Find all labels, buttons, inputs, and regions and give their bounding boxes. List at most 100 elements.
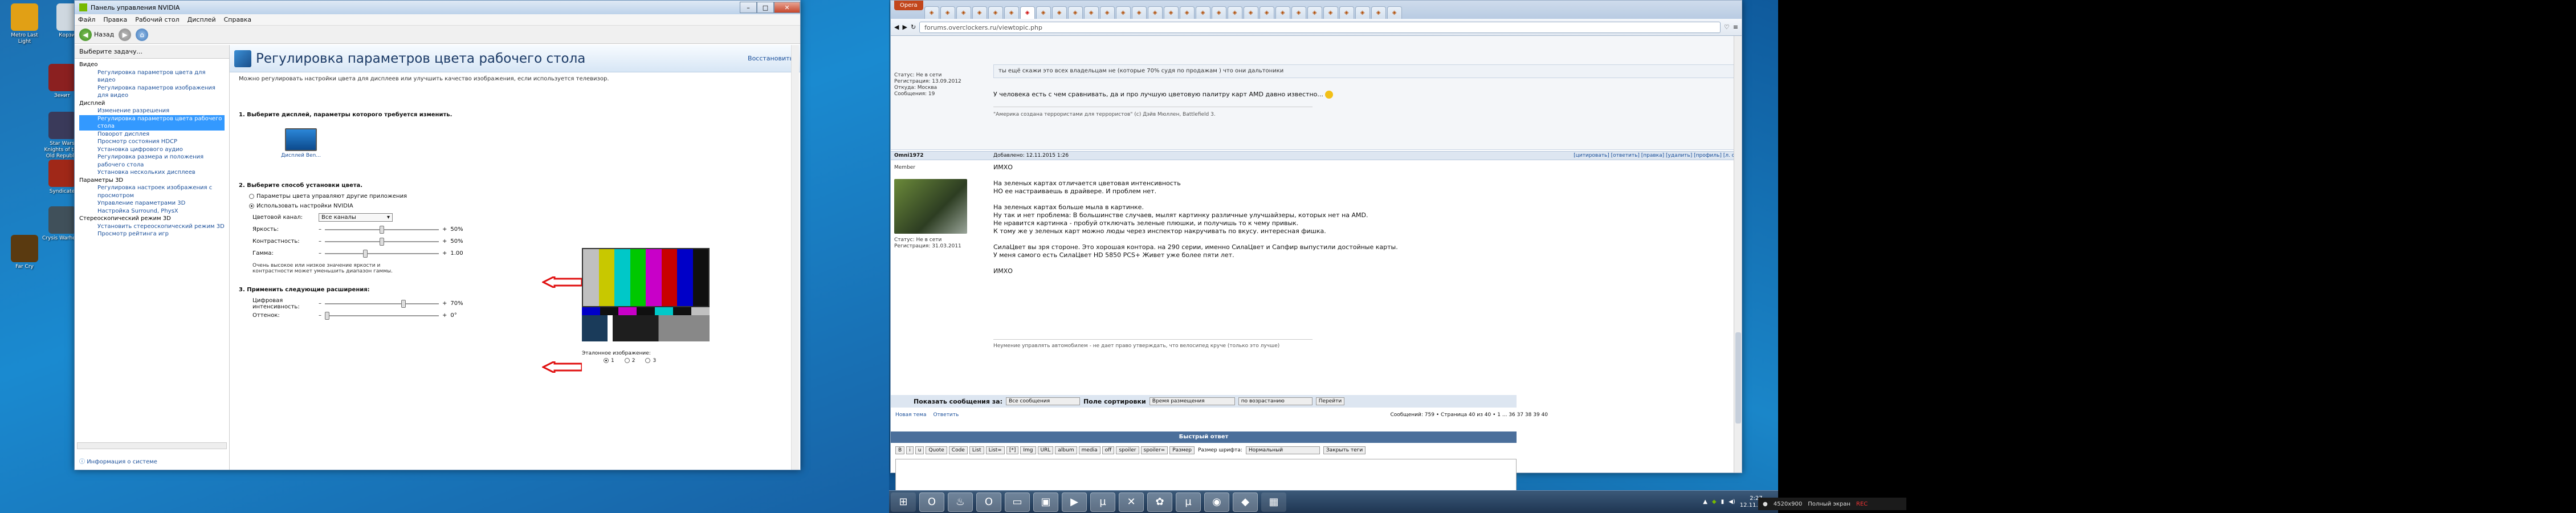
new-topic-link[interactable]: Новая тема (895, 412, 926, 418)
winamp-icon[interactable]: ▶ (1062, 492, 1087, 512)
browser-tab[interactable]: ◈ (1339, 6, 1354, 19)
tree-item[interactable]: Регулировка параметров изображения для в… (79, 84, 225, 100)
menu-item[interactable]: Файл (78, 16, 95, 23)
order-select[interactable]: по возрастанию (1238, 397, 1313, 405)
nvidia-icon[interactable]: ◆ (1712, 499, 1717, 505)
app-icon[interactable]: ▣ (1033, 492, 1058, 512)
tree-item[interactable]: Установить стереоскопический режим 3D (79, 223, 225, 231)
scrollbar-thumb[interactable] (1735, 332, 1741, 424)
vertical-scrollbar[interactable] (791, 45, 799, 470)
sort-select[interactable]: Время размещения (1149, 397, 1235, 405)
bookmark-heart-icon[interactable]: ♡ (1724, 23, 1730, 31)
browser-tab[interactable]: ◈ (1307, 6, 1322, 19)
tree-item[interactable]: Установка цифрового аудио (79, 146, 225, 154)
horizontal-scrollbar[interactable] (77, 442, 227, 449)
browser-tab[interactable]: ◈ (1275, 6, 1290, 19)
tree-item[interactable]: Регулировка настроек изображения с просм… (79, 184, 225, 199)
contrast-slider[interactable] (325, 237, 439, 246)
tree-category[interactable]: Параметры 3D (79, 177, 225, 185)
format-button[interactable]: spoiler (1116, 446, 1139, 454)
nvidia-icon[interactable]: ◆ (1233, 492, 1258, 512)
menu-icon[interactable]: ≡ (1733, 23, 1738, 31)
tray-arrow-icon[interactable]: ▲ (1703, 499, 1707, 505)
format-button[interactable]: List= (985, 446, 1005, 454)
browser-tab[interactable]: ◈ (1355, 6, 1370, 19)
format-button[interactable]: URL (1037, 446, 1054, 454)
reference-option[interactable]: 3 (645, 358, 656, 364)
radio-nvidia[interactable] (249, 203, 254, 209)
browser-tab[interactable]: ◈ (924, 6, 939, 19)
browser-tab[interactable]: ◈ (1099, 6, 1115, 19)
option-nvidia[interactable]: Использовать настройки NVIDIA (230, 203, 800, 209)
browser-tab[interactable]: ◈ (1179, 6, 1195, 19)
restore-defaults-link[interactable]: Восстановить (748, 55, 793, 62)
reference-radio[interactable] (645, 358, 651, 363)
pagination[interactable]: Сообщений: 759 • Страница 40 из 40 • 1 .… (1390, 412, 1548, 418)
reference-option[interactable]: 1 (604, 358, 614, 364)
volume-icon[interactable]: ◀) (1729, 499, 1735, 505)
format-button[interactable]: B (895, 446, 905, 454)
format-button[interactable]: Img (1020, 446, 1036, 454)
format-button[interactable]: media (1078, 446, 1100, 454)
opera-icon[interactable]: O (976, 492, 1001, 512)
brightness-slider[interactable] (325, 225, 439, 234)
browser-tab[interactable]: ◈ (1323, 6, 1338, 19)
browser-tab[interactable]: ◈ (1227, 6, 1242, 19)
go-button[interactable]: Перейти (1315, 397, 1345, 405)
browser-tab[interactable]: ◈ (1051, 6, 1067, 19)
vibrance-slider[interactable] (325, 299, 439, 308)
network-icon[interactable]: ▮ (1721, 499, 1725, 505)
browser-tab[interactable]: ◈ (1067, 6, 1083, 19)
system-info-link[interactable]: ⓘ Информация о системе (79, 457, 157, 465)
utorrent-icon[interactable]: µ (1176, 492, 1201, 512)
browser-tab[interactable]: ◈ (940, 6, 955, 19)
format-button[interactable]: Quote (926, 446, 947, 454)
minimize-button[interactable]: – (740, 2, 757, 13)
opera-menu-button[interactable]: Opera (894, 1, 923, 10)
browser-tab[interactable]: ◈ (1115, 6, 1131, 19)
format-button[interactable]: album (1055, 446, 1077, 454)
windows-start-icon[interactable]: ⊞ (891, 492, 916, 512)
tree-category[interactable]: Стереоскопический режим 3D (79, 215, 225, 223)
browser-tab[interactable]: ◈ (1387, 6, 1402, 19)
menu-item[interactable]: Дисплей (188, 16, 216, 23)
browser-tab[interactable]: ◈ (1147, 6, 1163, 19)
browser-tab[interactable]: ◈ (1020, 6, 1035, 19)
home-icon[interactable]: ⌂ (136, 28, 149, 41)
address-bar[interactable]: forums.overclockers.ru/viewtopic.php (919, 21, 1721, 33)
menu-item[interactable]: Справка (224, 16, 251, 23)
tree-item[interactable]: Изменение разрешения (79, 107, 225, 115)
utorrent-icon[interactable]: µ (1090, 492, 1115, 512)
folder-icon[interactable]: ▭ (1005, 492, 1030, 512)
format-button[interactable]: u (915, 446, 924, 454)
browser-tab[interactable]: ◈ (988, 6, 1003, 19)
channel-select[interactable]: Все каналы ▾ (319, 213, 393, 222)
format-button[interactable]: spoiler= (1140, 446, 1168, 454)
tree-item[interactable]: Регулировка параметров цвета для видео (79, 69, 225, 84)
back-arrow-icon[interactable]: ◀ (894, 23, 899, 31)
option-other-apps[interactable]: Параметры цвета управляют другие приложе… (230, 193, 800, 199)
back-button[interactable]: ◀ Назад (79, 28, 114, 41)
tree-item[interactable]: Регулировка размера и положения рабочего… (79, 153, 225, 169)
format-button[interactable]: Размер (1169, 446, 1195, 454)
gamma-thumb[interactable] (363, 249, 368, 258)
app-icon[interactable]: ◉ (1204, 492, 1229, 512)
tree-category[interactable]: Видео (79, 61, 225, 69)
opera-icon[interactable]: O (919, 492, 944, 512)
steam-icon[interactable]: ♨ (948, 492, 973, 512)
browser-tab[interactable]: ◈ (1195, 6, 1210, 19)
close-tags-button[interactable]: Закрыть теги (1323, 446, 1366, 454)
reload-icon[interactable]: ↻ (911, 23, 916, 31)
browser-tab[interactable]: ◈ (1036, 6, 1051, 19)
desktop-icon[interactable]: Far Cry (5, 235, 44, 270)
tree-item[interactable]: Управление параметрами 3D (79, 199, 225, 207)
display-selector[interactable]: Дисплей Ben... (281, 128, 321, 158)
tree-item[interactable]: Настройка Surround, PhysX (79, 207, 225, 215)
post-actions[interactable]: [цитировать] [ответить] [правка] [удалит… (1574, 153, 1738, 158)
format-button[interactable]: off (1102, 446, 1115, 454)
reference-radio[interactable] (604, 358, 609, 363)
font-size-select[interactable]: Нормальный (1245, 446, 1320, 454)
format-button[interactable]: i (906, 446, 914, 454)
browser-tab[interactable]: ◈ (1004, 6, 1019, 19)
browser-scrollbar[interactable] (1734, 36, 1742, 473)
